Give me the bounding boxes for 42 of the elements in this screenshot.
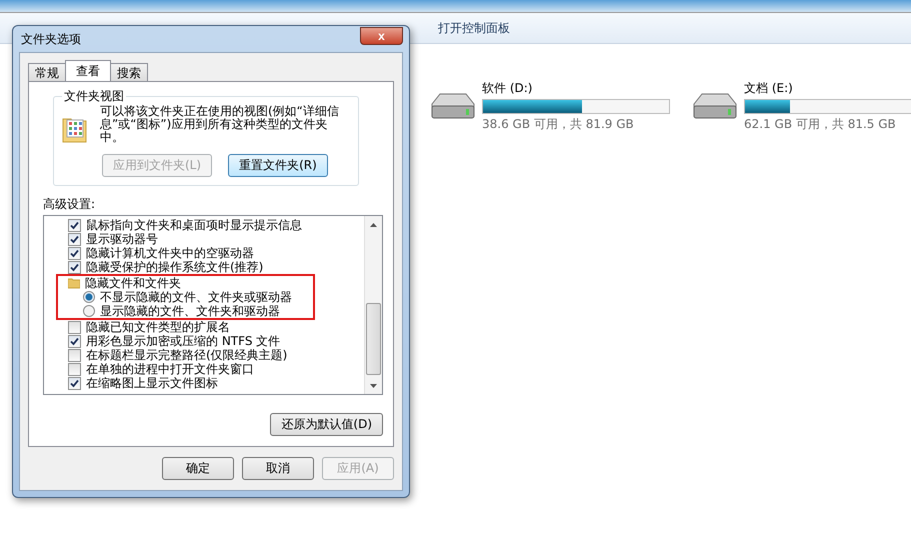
tab[interactable]: 查看 [65, 60, 111, 81]
checkbox[interactable] [68, 362, 81, 376]
setting-label[interactable]: 用彩色显示加密或压缩的 NTFS 文件 [86, 334, 280, 348]
radio-button[interactable] [83, 305, 95, 317]
tab[interactable]: 搜索 [110, 63, 148, 81]
setting-label[interactable]: 不显示隐藏的文件、文件夹或驱动器 [100, 290, 292, 304]
folder-button[interactable]: 重置文件夹(R) [228, 154, 328, 177]
setting-label[interactable]: 隐藏已知文件类型的扩展名 [86, 320, 230, 334]
checkbox[interactable] [68, 246, 81, 260]
setting-label[interactable]: 显示驱动器号 [86, 232, 158, 246]
dialog-button[interactable]: 取消 [242, 457, 314, 480]
drive-space-text: 38.6 GB 可用，共 81.9 GB [482, 116, 635, 133]
setting-label[interactable]: 在标题栏显示完整路径(仅限经典主题) [86, 348, 288, 362]
setting-label[interactable]: 隐藏计算机文件夹中的空驱动器 [86, 246, 254, 260]
checkbox[interactable] [68, 376, 81, 390]
checkbox[interactable] [68, 320, 81, 334]
tab[interactable]: 常规 [28, 63, 66, 81]
restore-defaults-button[interactable]: 还原为默认值(D) [270, 413, 383, 436]
folder-icon [68, 277, 80, 289]
radio-button[interactable] [83, 291, 95, 303]
setting-label[interactable]: 在单独的进程中打开文件夹窗口 [86, 362, 254, 376]
dialog-button[interactable]: 确定 [162, 457, 234, 480]
group-title: 文件夹视图 [63, 88, 125, 105]
setting-label[interactable]: 鼠标指向文件夹和桌面项时显示提示信息 [86, 218, 302, 232]
checkbox[interactable] [68, 334, 81, 348]
toolbar-button[interactable]: 打开控制面板 [430, 18, 518, 38]
scrollbar[interactable] [364, 216, 382, 394]
checkbox[interactable] [68, 260, 81, 274]
scroll-thumb[interactable] [366, 303, 381, 375]
drive-name[interactable]: 文档 (E:) [744, 80, 911, 97]
dialog-title: 文件夹选项 [20, 30, 81, 48]
advanced-settings-label: 高级设置: [43, 196, 96, 213]
checkbox[interactable] [68, 348, 81, 362]
checkbox[interactable] [68, 218, 81, 232]
checkbox[interactable] [68, 232, 81, 246]
description-text: 可以将该文件夹正在使用的视图(例如“详细信息”或“图标”)应用到所有这种类型的文件夹中。 [100, 105, 340, 144]
setting-label[interactable]: 隐藏受保护的操作系统文件(推荐) [86, 260, 264, 274]
setting-group-label: 隐藏文件和文件夹 [85, 276, 181, 290]
setting-label[interactable]: 在缩略图上显示文件图标 [86, 376, 218, 390]
drive-space-text: 62.1 GB 可用，共 81.5 GB [744, 116, 897, 133]
drive-name[interactable]: 软件 (D:) [482, 80, 670, 97]
setting-label[interactable]: 显示隐藏的文件、文件夹和驱动器 [100, 304, 280, 318]
